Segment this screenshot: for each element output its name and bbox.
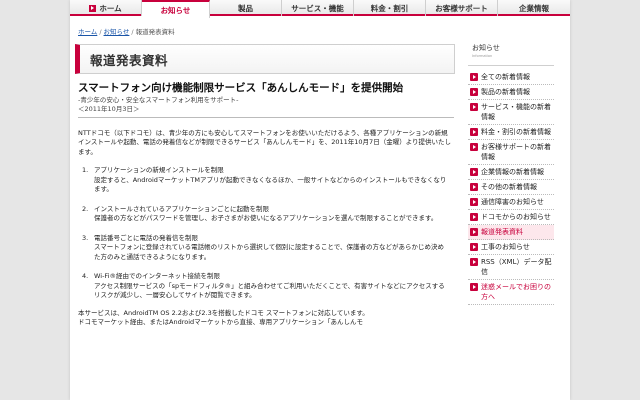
arrow-right-icon: [470, 168, 478, 176]
list-item: 4. Wi-Fi®経由でのインターネット接続を制限 アクセス制限サービスの「sp…: [78, 272, 454, 301]
list-item-desc: 設定すると、AndroidマーケットTMアプリが起動できなくなるほか、一般サイト…: [94, 175, 447, 194]
article: スマートフォン向け機能制限サービス「あんしんモード」を提供開始 -青少年の安心・…: [78, 82, 454, 328]
arrow-right-icon: [470, 283, 478, 291]
arrow-right-icon: [470, 243, 478, 251]
nav-label: サービス・機能: [291, 3, 344, 13]
sidebar-item-label: 製品の新着情報: [481, 88, 530, 96]
sidebar-item-support[interactable]: お客様サポートの新着情報: [468, 140, 554, 165]
breadcrumb-separator: /: [131, 28, 134, 36]
arrow-right-icon: [470, 183, 478, 191]
sidebar-item-outage[interactable]: 通信障害のお知らせ: [468, 195, 554, 210]
arrow-right-icon: [470, 213, 478, 221]
sidebar-list: 全ての新着情報 製品の新着情報 サービス・機能の新着情報 料金・割引の新着情報 …: [468, 70, 554, 305]
sidebar-item-label: 通信障害のお知らせ: [481, 198, 544, 206]
list-number: 4.: [82, 272, 89, 280]
arrow-right-icon: [470, 103, 478, 111]
arrow-right-icon: [470, 228, 478, 236]
list-item-desc: スマートフォンに登録されている電話帳のリストから選択して個別に設定することで、保…: [94, 243, 444, 261]
list-item-title: インストールされているアプリケーションごとに起動を制限: [94, 204, 270, 213]
sidebar-item-label: ドコモからのお知らせ: [481, 213, 551, 221]
nav-label: ホーム: [99, 3, 122, 13]
list-item: 2. インストールされているアプリケーションごとに起動を制限 保護者の方などがパ…: [78, 205, 454, 224]
sidebar-title: お知らせ: [472, 44, 500, 52]
sidebar-item-label: RSS（XML）データ配信: [481, 258, 552, 276]
sidebar-item-label: 迷惑メールでお困りの方へ: [481, 283, 551, 301]
breadcrumb-home-link[interactable]: ホーム: [78, 28, 97, 36]
nav-label: 料金・割引: [370, 3, 409, 13]
sidebar-item-construction[interactable]: 工事のお知らせ: [468, 240, 554, 255]
arrow-right-icon: [470, 128, 478, 136]
article-footer-line-2: ドコモマーケット経由、またはAndroidマーケットから直接、専用アプリケーショ…: [78, 318, 364, 326]
sidebar-subtitle: Information: [472, 54, 493, 58]
list-item-desc: 保護者の方などがパスワードを管理し、お子さまがお使いになるアプリケーションを選ん…: [94, 214, 438, 222]
sidebar: お知らせ Information 全ての新着情報 製品の新着情報 サービス・機能…: [468, 40, 554, 305]
sidebar-item-all-news[interactable]: 全ての新着情報: [468, 70, 554, 85]
arrow-right-icon: [470, 198, 478, 206]
list-item-desc: アクセス制限サービスの「spモードフィルタ®」と組み合わせてご利用いただくことで…: [94, 281, 445, 300]
sidebar-item-label: 全ての新着情報: [481, 73, 530, 81]
article-title: スマートフォン向け機能制限サービス「あんしんモード」を提供開始: [78, 82, 404, 94]
nav-item-home[interactable]: ホーム: [70, 0, 142, 16]
sidebar-item-spam-mail[interactable]: 迷惑メールでお困りの方へ: [468, 280, 554, 305]
sidebar-item-services[interactable]: サービス・機能の新着情報: [468, 100, 554, 125]
sidebar-item-label: 報道発表資料: [481, 228, 523, 236]
home-icon: [89, 4, 97, 12]
list-item-title: アプリケーションの新規インストールを制限: [94, 166, 224, 174]
nav-item-corporate[interactable]: 企業情報: [498, 0, 570, 16]
sidebar-item-label: サービス・機能の新着情報: [481, 103, 551, 121]
list-item: 1. アプリケーションの新規インストールを制限 設定すると、Androidマーケ…: [78, 166, 454, 195]
list-number: 3.: [82, 233, 89, 242]
page-container: ホーム お知らせ 製品 サービス・機能 料金・割引 お客様サポート 企業情報 ホ…: [70, 0, 570, 400]
nav-item-pricing[interactable]: 料金・割引: [354, 0, 426, 16]
list-item-title: 電話番号ごとに電話の発着信を制限: [94, 233, 198, 242]
arrow-right-icon: [470, 258, 478, 266]
sidebar-item-label: 工事のお知らせ: [481, 243, 530, 251]
sidebar-item-label: その他の新着情報: [481, 183, 537, 191]
arrow-right-icon: [470, 88, 478, 96]
breadcrumb-separator: /: [99, 28, 102, 36]
arrow-right-icon: [470, 73, 478, 81]
nav-label: 企業情報: [519, 3, 549, 13]
article-footer-line-1: 本サービスは、AndroidTM OS 2.2および2.3を搭載したドコモ スマ…: [78, 308, 369, 317]
sidebar-item-label: 企業情報の新着情報: [481, 168, 544, 176]
nav-item-products[interactable]: 製品: [210, 0, 282, 16]
nav-label: お客様サポート: [435, 3, 488, 13]
list-number: 2.: [82, 204, 89, 213]
nav-label: 製品: [238, 3, 253, 13]
sidebar-header: お知らせ Information: [468, 40, 554, 66]
sidebar-item-press-release[interactable]: 報道発表資料: [468, 225, 554, 240]
nav-item-services[interactable]: サービス・機能: [282, 0, 354, 16]
sidebar-item-pricing[interactable]: 料金・割引の新着情報: [468, 125, 554, 140]
arrow-right-icon: [470, 143, 478, 151]
sidebar-item-other[interactable]: その他の新着情報: [468, 180, 554, 195]
page-title: 報道発表資料: [90, 52, 169, 68]
nav-item-news[interactable]: お知らせ: [142, 0, 210, 18]
sidebar-item-products[interactable]: 製品の新着情報: [468, 85, 554, 100]
list-item-title: Wi-Fi®経由でのインターネット接続を制限: [94, 272, 221, 280]
breadcrumb-news-link[interactable]: お知らせ: [104, 28, 130, 36]
feature-list: 1. アプリケーションの新規インストールを制限 設定すると、Androidマーケ…: [78, 166, 454, 301]
sidebar-item-corporate[interactable]: 企業情報の新着情報: [468, 165, 554, 180]
nav-label: お知らせ: [160, 5, 191, 15]
breadcrumb-current: 報道発表資料: [135, 28, 175, 36]
article-subtitle: -青少年の安心・安全なスマートフォン利用をサポート-: [78, 95, 239, 104]
sidebar-item-rss[interactable]: RSS（XML）データ配信: [468, 255, 554, 280]
article-date: ＜2011年10月3日＞: [78, 105, 454, 118]
page-heading: 報道発表資料: [75, 44, 455, 74]
sidebar-item-docomo-notice[interactable]: ドコモからのお知らせ: [468, 210, 554, 225]
nav-item-support[interactable]: お客様サポート: [426, 0, 498, 16]
breadcrumb: ホーム / お知らせ / 報道発表資料: [78, 26, 175, 36]
list-number: 1.: [82, 166, 89, 174]
sidebar-item-label: お客様サポートの新着情報: [481, 143, 551, 161]
article-intro: NTTドコモ（以下ドコモ）は、青少年の方にも安心してスマートフォンをお使いいただ…: [78, 128, 452, 156]
sidebar-item-label: 料金・割引の新着情報: [481, 128, 551, 136]
list-item: 3. 電話番号ごとに電話の発着信を制限 スマートフォンに登録されている電話帳のリ…: [78, 234, 454, 263]
global-nav: ホーム お知らせ 製品 サービス・機能 料金・割引 お客様サポート 企業情報: [70, 0, 570, 18]
